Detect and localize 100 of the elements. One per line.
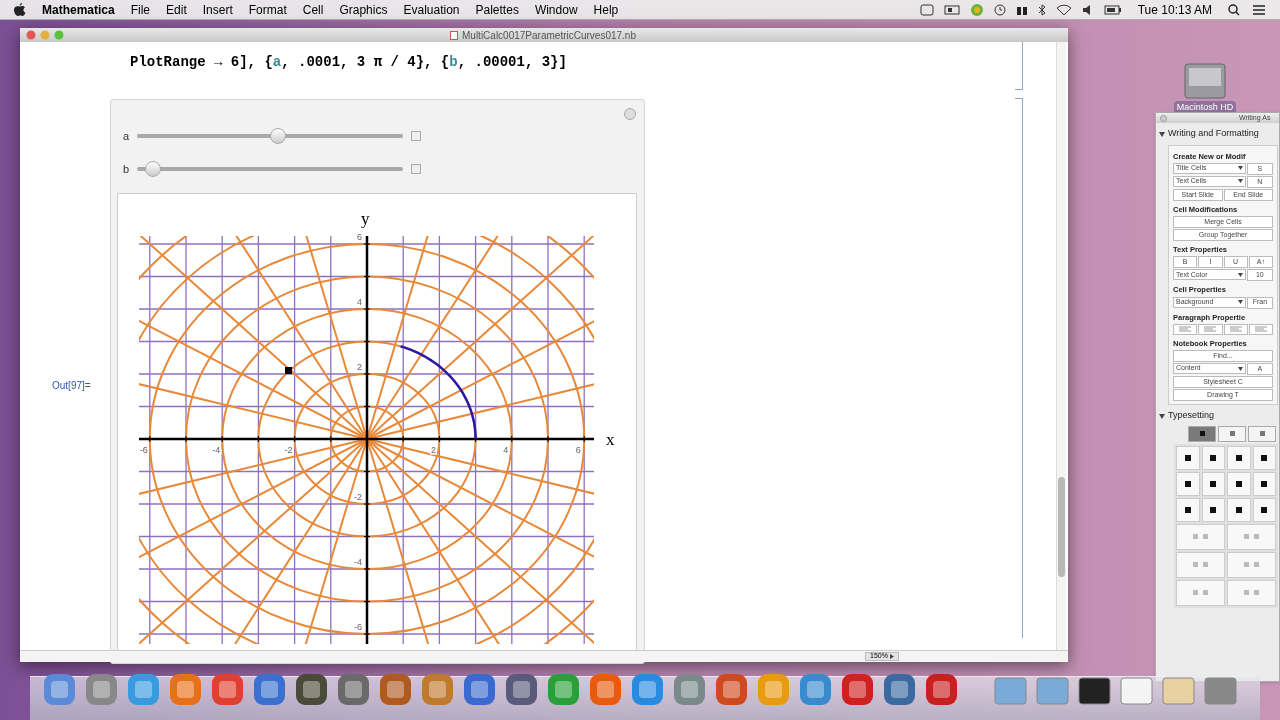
close-icon[interactable] — [26, 30, 36, 40]
placeholder-square-icon — [1184, 506, 1191, 513]
lines-icon — [1204, 326, 1217, 333]
tick-label: 4 — [357, 297, 362, 307]
placeholder-square-icon — [1261, 506, 1268, 513]
placeholder-square-icon — [1235, 506, 1242, 513]
template-button[interactable] — [1176, 497, 1200, 522]
app-menu[interactable]: Mathematica — [42, 0, 115, 19]
tick-label: -6 — [139, 445, 148, 455]
placeholder-square-icon — [1235, 480, 1242, 487]
lines-icon — [1179, 326, 1192, 333]
placeholder-square-icon — [1243, 589, 1260, 596]
caret-icon — [1237, 300, 1243, 304]
lines-icon — [1254, 326, 1267, 333]
slider-thumb[interactable] — [269, 128, 286, 145]
expand-button[interactable] — [411, 164, 421, 175]
tick-label: -2 — [284, 445, 293, 455]
wifi-icon[interactable] — [1055, 3, 1072, 16]
document-icon — [450, 30, 458, 40]
expand-button[interactable] — [411, 131, 421, 142]
slider-label: b — [123, 162, 129, 177]
menu-item[interactable]: File — [130, 0, 151, 19]
tick-label: 6 — [575, 445, 581, 455]
tick-label: -6 — [354, 622, 362, 632]
palette-tab[interactable] — [1188, 425, 1216, 442]
template-button[interactable] — [1176, 445, 1200, 470]
axis-label: x — [606, 430, 615, 449]
tick-label: -2 — [354, 492, 362, 502]
point-marker — [285, 367, 292, 374]
close-icon[interactable] — [1160, 114, 1167, 122]
list-icon[interactable] — [1252, 3, 1266, 16]
cell-bracket[interactable] — [1015, 42, 1023, 90]
lines-icon — [1229, 326, 1242, 333]
slider-track[interactable] — [137, 161, 403, 178]
placeholder-square-icon — [1184, 480, 1191, 487]
caret-icon — [889, 654, 894, 659]
palette-button[interactable] — [1223, 323, 1248, 335]
menu-item[interactable]: Graphics — [339, 0, 388, 19]
status-icon[interactable] — [943, 3, 960, 16]
disclosure-icon[interactable] — [1159, 130, 1165, 137]
caret-icon — [1237, 366, 1243, 371]
slider-track[interactable] — [137, 128, 403, 145]
placeholder-square-icon — [1184, 454, 1191, 461]
tick-label: 2 — [357, 362, 362, 372]
placeholder-square-icon — [1261, 480, 1268, 487]
plus-button[interactable] — [624, 108, 636, 120]
caret-icon — [1237, 166, 1243, 171]
template-button[interactable] — [1227, 497, 1251, 522]
disclosure-icon[interactable] — [1159, 412, 1165, 419]
template-button[interactable] — [1227, 445, 1251, 470]
tick-label: -4 — [212, 445, 221, 455]
menu-item[interactable]: Insert — [202, 0, 233, 19]
code-line: PlotRange → 6], {a, .0001, 3 π / 4}, {b, .00001, 3}] — [130, 53, 567, 72]
placeholder-square-icon — [1210, 454, 1217, 461]
template-button[interactable] — [1201, 497, 1225, 522]
menu-item[interactable]: Edit — [166, 0, 187, 19]
menu-item[interactable]: Cell — [302, 0, 324, 19]
palette-button[interactable] — [1248, 323, 1273, 335]
palette-button[interactable] — [1198, 323, 1223, 335]
battery-icon[interactable] — [1103, 4, 1122, 15]
caret-icon — [1237, 272, 1243, 277]
template-button[interactable] — [1201, 445, 1225, 470]
tick-label: -4 — [354, 557, 362, 567]
caret-icon — [1237, 179, 1243, 184]
template-button[interactable] — [1252, 497, 1276, 522]
clock-text[interactable]: Tue 10:13 AM — [1137, 0, 1212, 19]
placeholder-square-icon — [1243, 561, 1260, 568]
placeholder-square-icon — [1235, 454, 1242, 461]
template-button[interactable] — [1252, 471, 1276, 496]
menu-item[interactable]: Window — [534, 0, 578, 19]
menu-item[interactable]: Palettes — [475, 0, 519, 19]
section-title[interactable]: Typesetting — [1168, 409, 1215, 423]
hard-drive-icon[interactable] — [1183, 60, 1227, 100]
placeholder-square-icon — [1210, 506, 1217, 513]
bluetooth-icon[interactable] — [1037, 3, 1046, 16]
placeholder-square-icon — [1192, 589, 1209, 596]
apple-icon[interactable] — [14, 2, 26, 17]
template-button[interactable] — [1201, 471, 1225, 496]
slider-label: a — [123, 129, 129, 144]
window-title: MultiCalc0017ParametricCurves017.nb — [462, 28, 636, 43]
output-label: Out[97]= — [52, 379, 91, 393]
placeholder-square-icon — [1261, 454, 1268, 461]
search-icon[interactable] — [1228, 3, 1240, 16]
placeholder-square-icon — [1243, 533, 1260, 540]
menu-item[interactable]: Evaluation — [403, 0, 460, 19]
axis-label: y — [361, 209, 370, 228]
template-button[interactable] — [1252, 445, 1276, 470]
tick-label: 4 — [503, 445, 509, 455]
scroll-thumb[interactable] — [1058, 477, 1065, 577]
slider-thumb[interactable] — [144, 161, 161, 178]
clock-icon[interactable] — [993, 3, 1006, 16]
palette-button[interactable] — [1173, 323, 1198, 335]
section-title[interactable]: Writing and Formatting — [1168, 127, 1259, 141]
template-button[interactable] — [1227, 471, 1251, 496]
cell-bracket[interactable] — [1015, 98, 1023, 638]
template-button[interactable] — [1176, 471, 1200, 496]
placeholder-square-icon — [1192, 533, 1209, 540]
menu-item[interactable]: Help — [593, 0, 619, 19]
menu-item[interactable]: Format — [248, 0, 287, 19]
tick-label: 6 — [357, 232, 362, 242]
